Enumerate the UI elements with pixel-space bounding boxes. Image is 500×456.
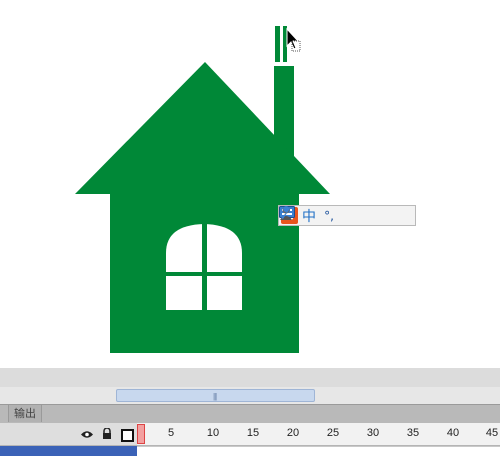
ruler-label: 10 (206, 427, 220, 439)
house-window[interactable] (164, 222, 244, 312)
chimney-stroke-1[interactable] (275, 26, 280, 62)
outline-icon[interactable] (121, 429, 134, 442)
ruler-label: 35 (406, 427, 420, 439)
chimney-stroke-2[interactable] (283, 26, 287, 62)
panel-tab-bar (0, 404, 500, 423)
playhead[interactable] (137, 424, 145, 444)
arrow-cursor-icon (286, 27, 301, 52)
ruler-label: 20 (286, 427, 300, 439)
stage-canvas[interactable]: S 中 °, (0, 0, 500, 368)
punctuation-toggle[interactable]: °, (322, 207, 336, 224)
ruler-label: 40 (446, 427, 460, 439)
scrollbar-thumb[interactable]: ||| (116, 389, 315, 402)
ruler-label: 45 (485, 427, 499, 439)
ruler-label: 5 (167, 427, 175, 439)
house-drawing[interactable] (0, 0, 500, 368)
ruler-label: 30 (366, 427, 380, 439)
layer-row[interactable] (0, 446, 137, 456)
stage-bottom-area (0, 368, 500, 387)
tab-output[interactable]: 输出 (8, 405, 42, 422)
ruler-label: 15 (246, 427, 260, 439)
frame-ruler[interactable] (137, 423, 500, 446)
frame-cells[interactable] (137, 446, 500, 456)
grip-icon: ||| (213, 392, 217, 401)
lock-icon[interactable] (101, 428, 113, 440)
chinese-mode-toggle[interactable]: 中 (300, 207, 318, 225)
eye-icon[interactable] (81, 428, 93, 440)
timeline-layer-header (0, 423, 137, 446)
ime-toolbar[interactable]: S 中 °, (278, 205, 416, 226)
ruler-label: 25 (326, 427, 340, 439)
